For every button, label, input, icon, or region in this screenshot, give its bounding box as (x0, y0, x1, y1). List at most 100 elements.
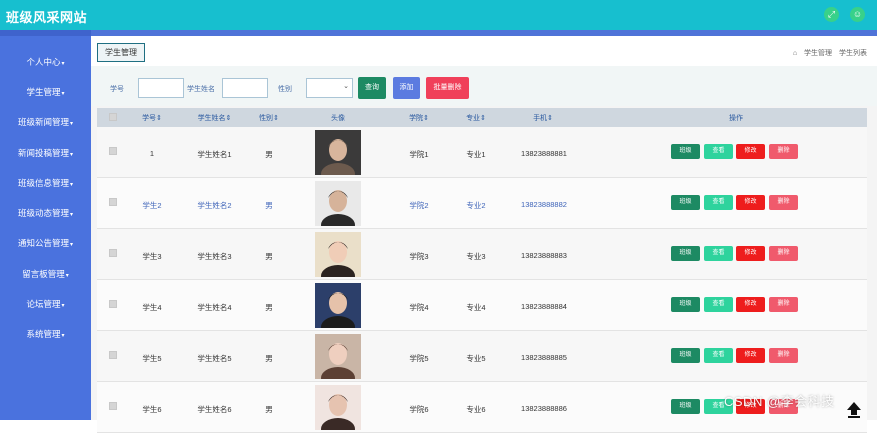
header-student-no[interactable]: 学号⇕ (137, 113, 167, 123)
sidebar-item-system[interactable]: 系统管理▾ (0, 328, 91, 340)
class-button[interactable]: 班级 (671, 297, 700, 312)
edit-button[interactable]: 修改 (736, 246, 765, 261)
delete-button[interactable]: 删除 (769, 144, 798, 159)
select-all-checkbox[interactable] (109, 113, 117, 121)
sidebar-item-label: 留言板管理 (22, 269, 65, 279)
sidebar-item-label: 班级动态管理 (17, 208, 69, 218)
search-button[interactable]: 查询 (358, 77, 386, 99)
delete-button[interactable]: 删除 (769, 348, 798, 363)
college-cell: 学院5 (409, 354, 429, 363)
table-row: 学生4 学生姓名4 男 学院4 专业4 13823888884 班级 查看 修改 删除 (97, 280, 867, 331)
view-button[interactable]: 查看 (704, 144, 733, 159)
sidebar-item-label: 通知公告管理 (17, 238, 69, 248)
student-no-input[interactable] (138, 78, 184, 98)
view-button[interactable]: 查看 (704, 348, 733, 363)
class-button[interactable]: 班级 (671, 144, 700, 159)
student-name-input[interactable] (222, 78, 268, 98)
avatar (315, 181, 361, 226)
chevron-down-icon: ▾ (70, 242, 74, 248)
add-button[interactable]: 添加 (393, 77, 420, 99)
major-cell: 专业3 (466, 252, 486, 261)
sidebar-item-student-mgmt[interactable]: 学生管理▾ (0, 86, 91, 98)
delete-button[interactable]: 删除 (769, 195, 798, 210)
row-checkbox[interactable] (109, 300, 117, 308)
view-button[interactable]: 查看 (704, 297, 733, 312)
view-button[interactable]: 查看 (704, 246, 733, 261)
breadcrumb-bar: 学生管理 ⌂ 学生管理 学生列表 (91, 36, 877, 66)
student-name-label: 学生姓名 (187, 86, 215, 93)
gender-cell: 男 (265, 303, 273, 312)
chevron-down-icon: ▾ (70, 212, 74, 218)
sidebar-item-message-board[interactable]: 留言板管理▾ (0, 268, 91, 280)
class-button[interactable]: 班级 (671, 195, 700, 210)
phone-cell: 13823888884 (521, 302, 567, 311)
edit-button[interactable]: 修改 (736, 348, 765, 363)
avatar (315, 385, 361, 430)
student-name-cell: 学生姓名5 (197, 354, 232, 363)
student-name-cell: 学生姓名3 (197, 252, 232, 261)
row-checkbox[interactable] (109, 402, 117, 410)
edit-button[interactable]: 修改 (736, 144, 765, 159)
header-college[interactable]: 学院⇕ (405, 113, 433, 123)
delete-button[interactable]: 删除 (769, 297, 798, 312)
sidebar-item-label: 班级新闻管理 (17, 117, 69, 127)
college-cell: 学院4 (409, 303, 429, 312)
gender-cell: 男 (265, 405, 273, 414)
batch-delete-button[interactable]: 批量删除 (426, 77, 469, 99)
sidebar-item-notice[interactable]: 通知公告管理▾ (0, 237, 91, 249)
breadcrumb-item[interactable]: 学生管理 (804, 50, 832, 57)
student-name-cell: 学生姓名2 (197, 201, 232, 210)
edit-button[interactable]: 修改 (736, 297, 765, 312)
class-button[interactable]: 班级 (671, 399, 700, 414)
sidebar-item-class-news[interactable]: 班级新闻管理▾ (0, 116, 91, 128)
phone-cell: 13823888886 (521, 404, 567, 413)
avatar (315, 334, 361, 379)
student-no-cell: 学生6 (142, 405, 162, 414)
phone-cell: 13823888885 (521, 353, 567, 362)
sidebar-item-news-submission[interactable]: 新闻投稿管理▾ (0, 147, 91, 159)
row-checkbox[interactable] (109, 351, 117, 359)
gender-cell: 男 (265, 252, 273, 261)
header-phone[interactable]: 手机⇕ (529, 113, 557, 123)
sidebar-item-label: 个人中心 (26, 57, 61, 67)
header-major[interactable]: 专业⇕ (462, 113, 490, 123)
row-checkbox[interactable] (109, 147, 117, 155)
phone-cell: 13823888882 (521, 200, 567, 209)
chevron-down-icon: ⌄ (343, 83, 349, 90)
breadcrumb: ⌂ 学生管理 学生列表 (788, 48, 867, 58)
table-row: 学生3 学生姓名3 男 学院3 专业3 13823888883 班级 查看 修改 删除 (97, 229, 867, 280)
class-button[interactable]: 班级 (671, 246, 700, 261)
gender-cell: 男 (265, 150, 273, 159)
edit-button[interactable]: 修改 (736, 195, 765, 210)
student-no-cell: 1 (149, 149, 155, 158)
row-checkbox[interactable] (109, 198, 117, 206)
major-cell: 专业6 (466, 405, 486, 414)
user-icon[interactable]: ☺ (850, 7, 865, 22)
header-student-name[interactable]: 学生姓名⇕ (192, 113, 237, 123)
sidebar-item-class-info[interactable]: 班级信息管理▾ (0, 177, 91, 189)
student-no-cell: 学生2 (142, 201, 162, 210)
chevron-down-icon: ▾ (70, 121, 74, 127)
chevron-down-icon: ▾ (61, 333, 65, 339)
app-title: 班级风采网站 (6, 10, 88, 25)
header-gender[interactable]: 性别⇕ (255, 113, 283, 123)
main-content: 学生管理 ⌂ 学生管理 学生列表 学号 学生姓名 性别 ⌄ 查询 添加 批量删除… (91, 30, 877, 433)
college-cell: 学院3 (409, 252, 429, 261)
watermark: CSDN @李会科技 (724, 394, 835, 409)
avatar (315, 283, 361, 328)
class-button[interactable]: 班级 (671, 348, 700, 363)
back-to-top-icon[interactable] (845, 400, 863, 418)
current-module-button[interactable]: 学生管理 (97, 43, 145, 62)
sidebar-item-personal-center[interactable]: 个人中心▾ (0, 56, 91, 68)
row-checkbox[interactable] (109, 249, 117, 257)
delete-button[interactable]: 删除 (769, 246, 798, 261)
gender-select[interactable]: ⌄ (306, 78, 353, 98)
view-button[interactable]: 查看 (704, 195, 733, 210)
chevron-down-icon: ▾ (61, 91, 65, 97)
expand-icon[interactable]: ⤢ (824, 7, 839, 22)
sidebar-item-forum[interactable]: 论坛管理▾ (0, 298, 91, 310)
sidebar-item-class-dynamic[interactable]: 班级动态管理▾ (0, 207, 91, 219)
home-icon[interactable]: ⌂ (793, 50, 797, 57)
student-no-label: 学号 (110, 86, 124, 93)
sidebar-item-label: 学生管理 (26, 87, 61, 97)
